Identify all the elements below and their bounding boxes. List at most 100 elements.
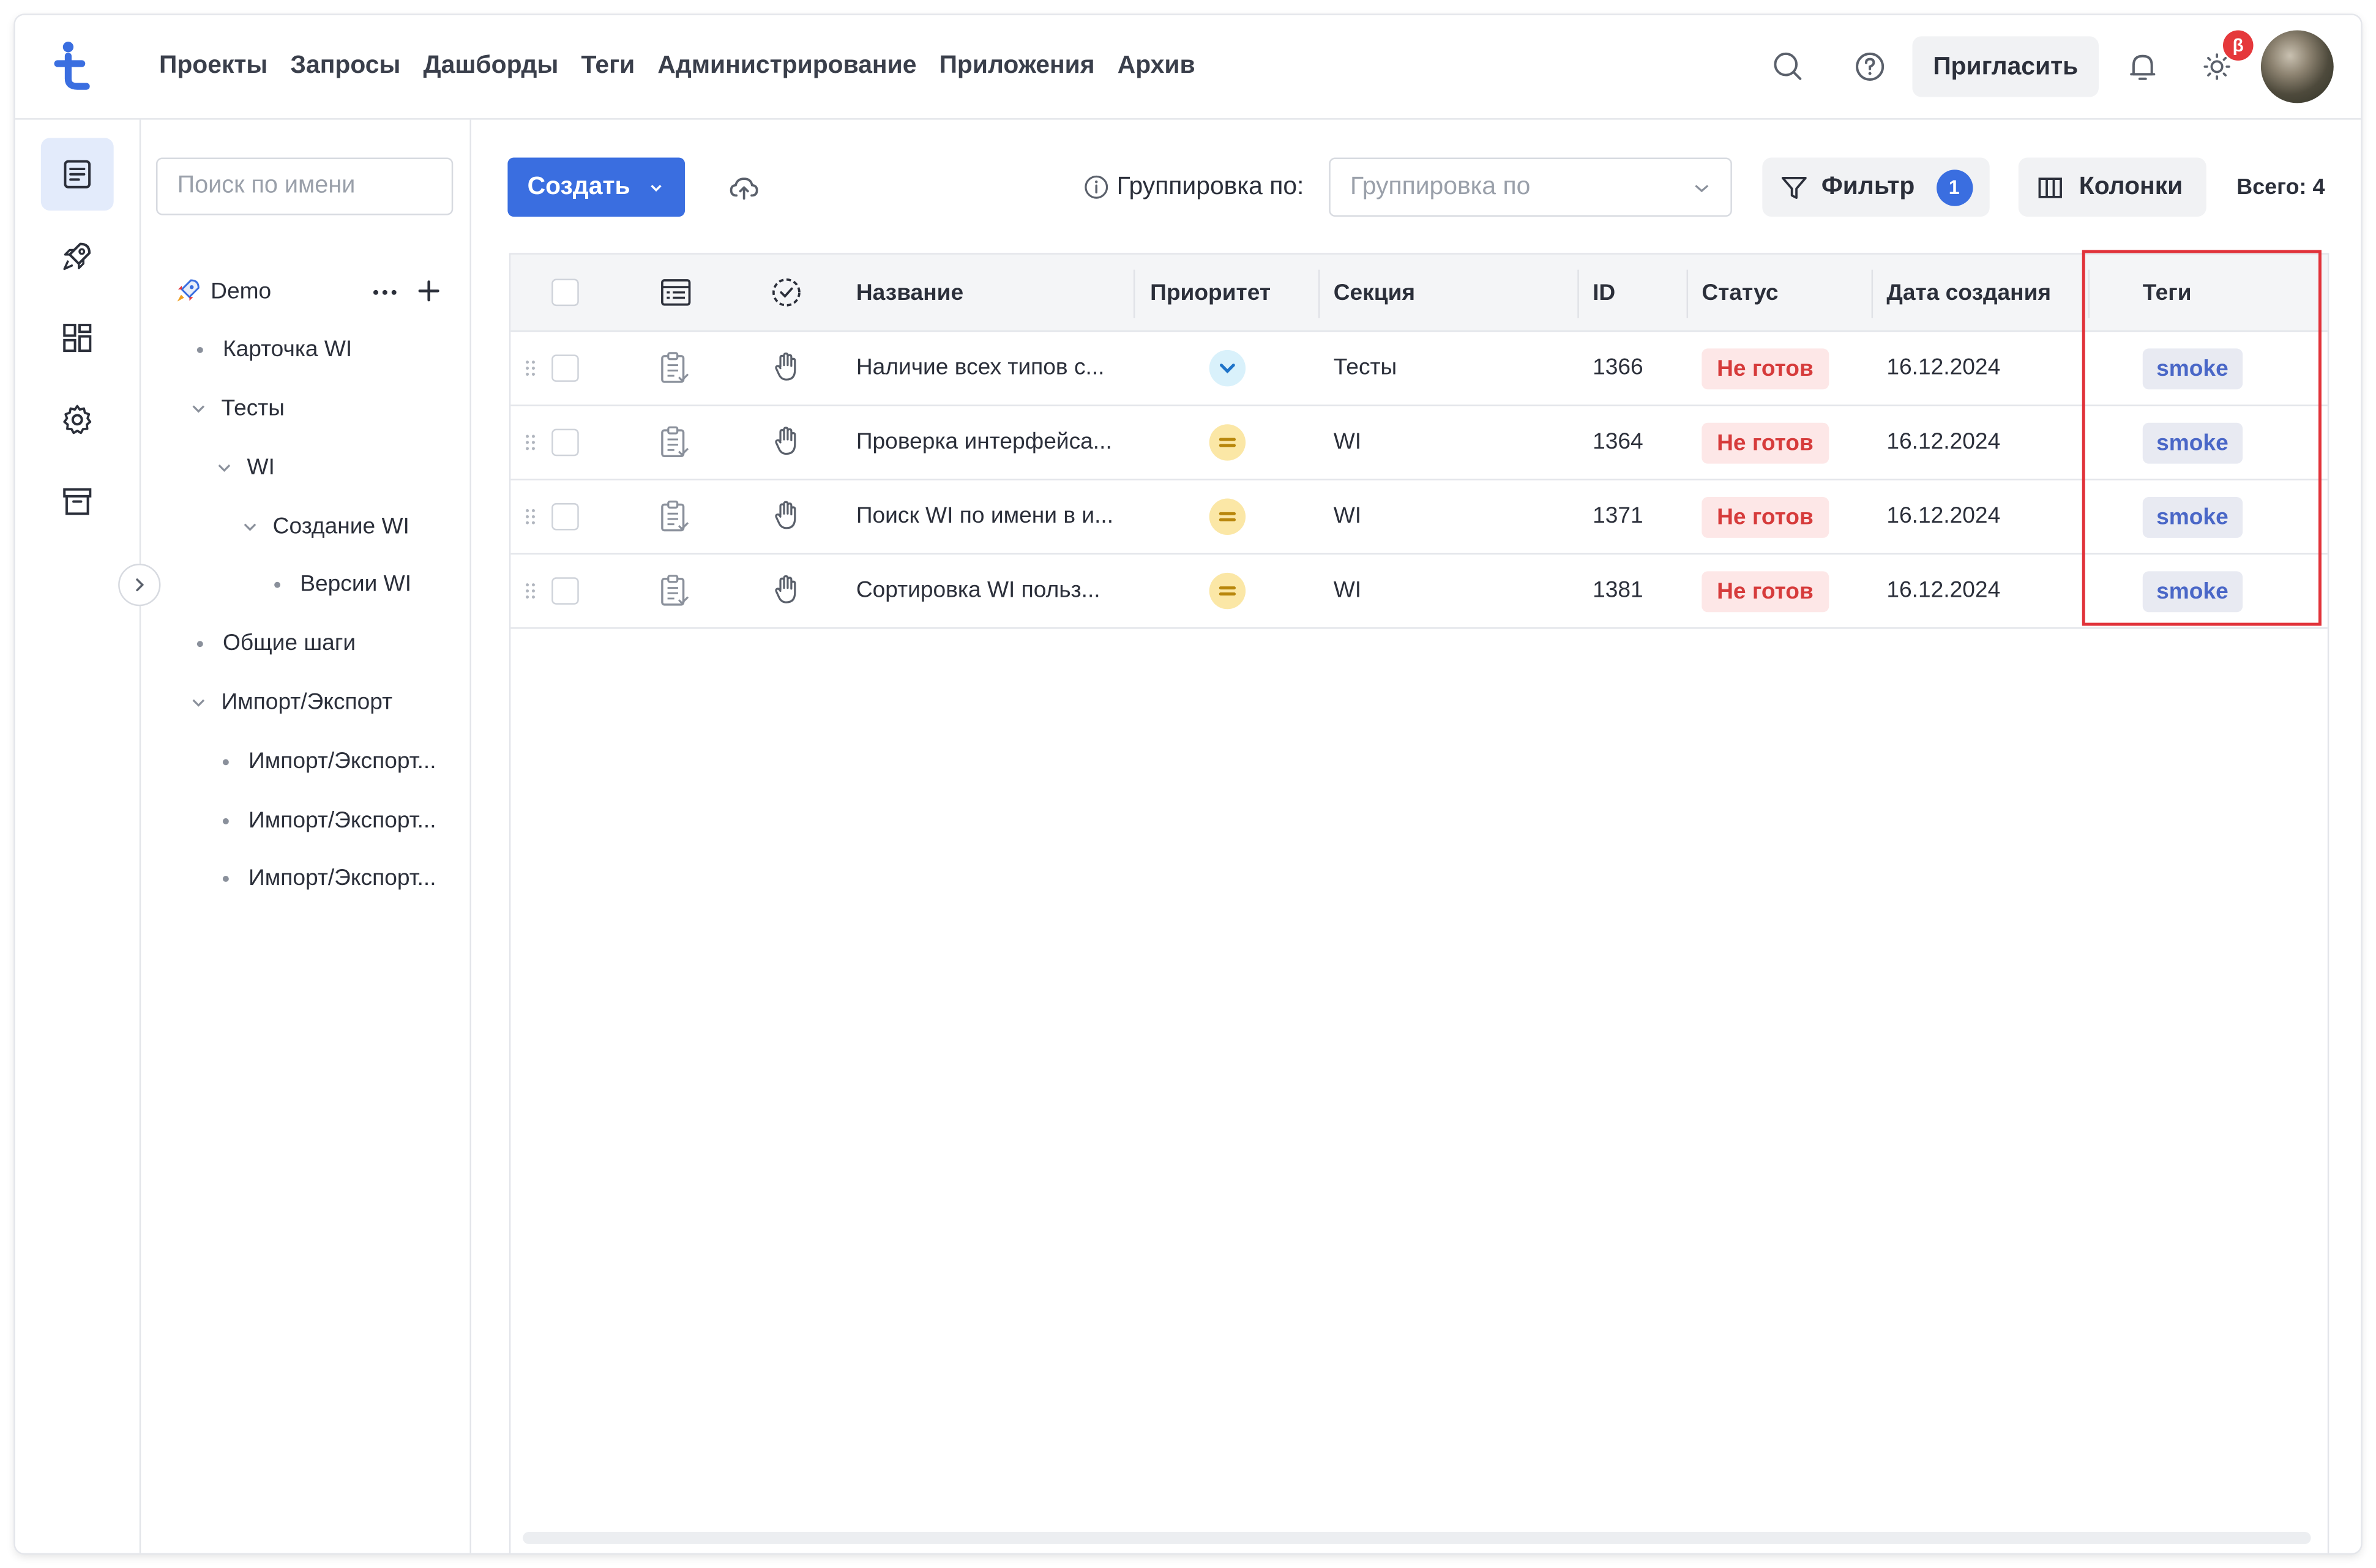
row-date: 16.12.2024 xyxy=(1886,354,2001,381)
chevron-down-icon[interactable] xyxy=(191,695,206,710)
row-section: WI xyxy=(1333,502,1362,529)
rocket-icon xyxy=(63,242,91,271)
plus-icon[interactable] xyxy=(417,279,441,304)
tag-badge[interactable]: smoke xyxy=(2142,348,2243,390)
status-badge: Не готов xyxy=(1702,422,1829,464)
row-name[interactable]: Проверка интерфейса... xyxy=(856,429,1112,455)
column-tags[interactable]: Теги xyxy=(2143,280,2192,306)
rail-settings[interactable] xyxy=(41,383,114,456)
tree-item[interactable]: Импорт/Экспорт... xyxy=(222,808,436,834)
avatar[interactable] xyxy=(2260,30,2334,103)
help-icon[interactable] xyxy=(1851,48,1888,84)
table-row[interactable]: Поиск WI по имени в и... WI 1371 Не гото… xyxy=(510,480,2328,555)
gear-icon xyxy=(63,405,92,435)
rail-launches[interactable] xyxy=(41,220,114,293)
select-all-checkbox[interactable] xyxy=(551,278,579,307)
rail-test-cases[interactable] xyxy=(40,138,114,211)
row-checkbox[interactable] xyxy=(551,502,579,531)
drag-handle-icon[interactable] xyxy=(525,507,537,526)
bell-icon[interactable] xyxy=(2124,48,2161,84)
logo-icon[interactable] xyxy=(51,39,97,94)
type-column-icon xyxy=(661,279,691,306)
drag-handle-icon[interactable] xyxy=(525,433,537,452)
nav-archive[interactable]: Архив xyxy=(1118,51,1195,80)
drag-handle-icon[interactable] xyxy=(525,359,537,378)
drag-handle-icon[interactable] xyxy=(525,582,537,600)
horizontal-scrollbar[interactable] xyxy=(523,1532,2311,1544)
app-window: Проекты Запросы Дашборды Теги Администри… xyxy=(15,15,2361,1553)
clipboard-icon xyxy=(661,426,689,457)
tree-item[interactable]: Общие шаги xyxy=(196,630,356,656)
tree-item[interactable]: Карточка WI xyxy=(196,337,352,362)
document-list-icon xyxy=(64,160,91,189)
row-checkbox[interactable] xyxy=(551,354,579,382)
row-checkbox[interactable] xyxy=(551,428,579,457)
column-priority[interactable]: Приоритет xyxy=(1150,280,1271,306)
tree-project-label: Demo xyxy=(211,278,272,304)
status-badge: Не готов xyxy=(1702,348,1829,390)
nav-administration[interactable]: Администрирование xyxy=(657,51,916,80)
nav-dashboards[interactable]: Дашборды xyxy=(424,51,559,80)
hand-manual-icon xyxy=(775,427,796,455)
filter-button[interactable]: Фильтр 1 xyxy=(1762,157,1990,217)
clipboard-icon xyxy=(661,352,689,383)
rail-archive[interactable] xyxy=(41,465,114,538)
row-name[interactable]: Наличие всех типов с... xyxy=(856,354,1105,380)
create-button[interactable]: Создать xyxy=(507,157,686,217)
tree-item[interactable]: Импорт/Экспорт... xyxy=(222,865,436,891)
hand-manual-icon xyxy=(775,352,796,381)
row-name[interactable]: Сортировка WI польз... xyxy=(856,577,1100,603)
tree-item[interactable]: WI xyxy=(217,455,275,480)
priority-low-icon xyxy=(1209,349,1246,387)
rocket-emoji-icon xyxy=(177,279,200,302)
columns-button[interactable]: Колонки xyxy=(2018,157,2206,217)
tree-search-input[interactable]: Поиск по имени xyxy=(156,157,454,215)
rail-dashboards[interactable] xyxy=(41,302,114,375)
project-tree: Поиск по имени Demo Карточка WI Тесты WI xyxy=(141,119,471,1553)
tree-project-demo[interactable]: Demo xyxy=(174,277,271,305)
cloud-upload-icon[interactable] xyxy=(727,171,760,204)
tree-item[interactable]: Версии WI xyxy=(274,571,411,597)
tag-badge[interactable]: smoke xyxy=(2142,571,2243,613)
row-name[interactable]: Поиск WI по имени в и... xyxy=(856,503,1113,529)
automation-status-icon xyxy=(772,278,801,307)
clipboard-icon xyxy=(661,575,689,606)
search-icon[interactable] xyxy=(1770,48,1806,84)
table-row[interactable]: Проверка интерфейса... WI 1364 Не готов … xyxy=(510,406,2328,480)
column-status[interactable]: Статус xyxy=(1702,280,1778,306)
chevron-down-icon[interactable] xyxy=(217,460,232,475)
collapse-tree-button[interactable] xyxy=(118,563,161,607)
table-row[interactable]: Сортировка WI польз... WI 1381 Не готов … xyxy=(510,554,2328,629)
column-section[interactable]: Секция xyxy=(1334,280,1415,306)
nav-applications[interactable]: Приложения xyxy=(940,51,1095,80)
nav-requests[interactable]: Запросы xyxy=(290,51,400,80)
archive-icon xyxy=(63,488,92,515)
nav-tags[interactable]: Теги xyxy=(581,51,635,80)
tree-item[interactable]: Импорт/Экспорт... xyxy=(222,749,436,774)
group-by-select[interactable]: Группировка по xyxy=(1329,157,1732,217)
total-count: Всего: 4 xyxy=(2236,176,2325,200)
row-checkbox[interactable] xyxy=(551,577,579,605)
priority-medium-icon xyxy=(1209,572,1246,610)
hand-manual-icon xyxy=(775,575,796,603)
top-bar: Проекты Запросы Дашборды Теги Администри… xyxy=(15,15,2361,120)
tree-item[interactable]: Тесты xyxy=(191,395,285,421)
group-by-label: Группировка по: xyxy=(1083,173,1304,201)
tag-badge[interactable]: smoke xyxy=(2142,497,2243,538)
column-id[interactable]: ID xyxy=(1593,280,1615,306)
tag-badge[interactable]: smoke xyxy=(2142,422,2243,464)
columns-icon xyxy=(2038,177,2062,198)
nav-projects[interactable]: Проекты xyxy=(159,51,267,80)
info-icon xyxy=(1085,175,1108,199)
invite-button[interactable]: Пригласить xyxy=(1912,36,2099,97)
chevron-down-icon[interactable] xyxy=(191,401,206,416)
row-section: WI xyxy=(1333,577,1362,603)
column-created-date[interactable]: Дата создания xyxy=(1886,280,2051,306)
column-name[interactable]: Название xyxy=(856,280,963,306)
more-icon[interactable] xyxy=(372,288,399,297)
tree-item[interactable]: Импорт/Экспорт xyxy=(191,689,392,715)
table-row[interactable]: Наличие всех типов с... Тесты 1366 Не го… xyxy=(510,332,2328,406)
row-id: 1366 xyxy=(1593,354,1643,381)
chevron-down-icon[interactable] xyxy=(242,519,258,534)
tree-item[interactable]: Создание WI xyxy=(242,513,409,539)
